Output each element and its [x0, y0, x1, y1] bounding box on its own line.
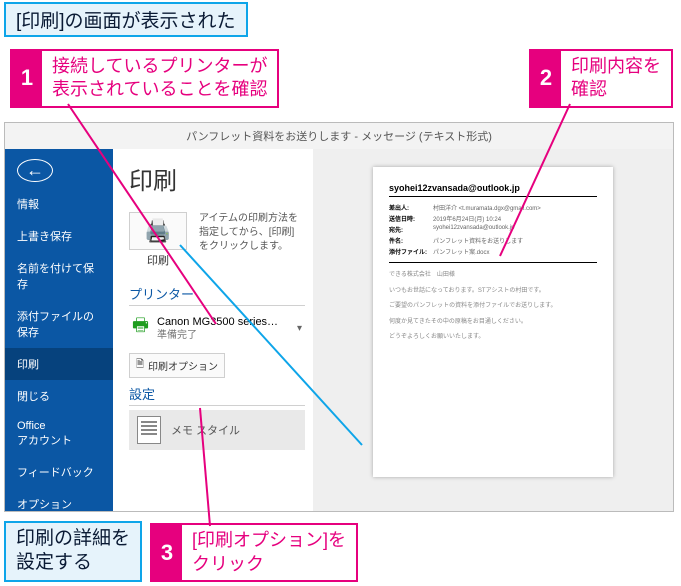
meta-value: 村田洋介 <t.muramata.dgx@gmail.com> [433, 203, 597, 212]
print-options-label: 印刷オプション [148, 358, 218, 373]
callout-1-number: 1 [12, 51, 42, 106]
print-button-label: 印刷 [147, 255, 169, 267]
callout-top: [印刷]の画面が表示された [4, 2, 248, 37]
printer-section-label: プリンター [129, 284, 305, 306]
sidebar-item[interactable]: 印刷 [5, 348, 113, 380]
callout-3-text: [印刷オプション]を クリック [182, 525, 356, 580]
callout-bottom: 印刷の詳細を 設定する [4, 521, 142, 582]
backstage-sidebar: ← 情報上書き保存名前を付けて保存添付ファイルの保存印刷閉じる Office ア… [5, 149, 113, 511]
sidebar-item[interactable]: 添付ファイルの保存 [5, 300, 113, 348]
meta-key: 添付ファイル: [389, 247, 433, 256]
callout-1-text: 接続しているプリンターが 表示されていることを確認 [42, 51, 277, 106]
print-controls: 印刷 🖨️ 印刷 アイテムの印刷方法を指定してから、[印刷] をクリックします。… [113, 149, 313, 511]
window-title: パンフレット資料をお送りします - メッセージ (テキスト形式) [5, 123, 673, 149]
preview-paragraph: 何度か見てきたその中の原稿をお目通しください。 [389, 318, 597, 328]
style-selector[interactable]: メモ スタイル [129, 410, 305, 450]
callout-3-number: 3 [152, 525, 182, 580]
meta-key: 宛先: [389, 225, 433, 234]
print-description: アイテムの印刷方法を指定してから、[印刷] をクリックします。 [199, 212, 305, 254]
callout-1: 1 接続しているプリンターが 表示されていることを確認 [10, 49, 279, 108]
settings-section-label: 設定 [129, 384, 305, 406]
meta-value: syohei12zvansada@outlook.jp [433, 225, 597, 234]
print-options-button[interactable]: 🗎 印刷オプション [129, 353, 225, 378]
preview-page: syohei12zvansada@outlook.jp 差出人:村田洋介 <t.… [373, 167, 613, 477]
preview-meta: 差出人:村田洋介 <t.muramata.dgx@gmail.com>送信日時:… [389, 203, 597, 256]
printer-ready-icon: 🖶 [132, 316, 149, 334]
sidebar-item[interactable]: Office アカウント [5, 412, 113, 456]
options-icon: 🗎 [136, 357, 144, 374]
printer-name: Canon MG3500 series… [157, 315, 278, 329]
callout-2: 2 印刷内容を 確認 [529, 49, 673, 108]
back-arrow-icon: ← [26, 160, 44, 181]
app-window: パンフレット資料をお送りします - メッセージ (テキスト形式) ← 情報上書き… [4, 122, 674, 512]
meta-value: 2019年6月24日(月) 10:24 [433, 214, 597, 223]
preview-account: syohei12zvansada@outlook.jp [389, 183, 597, 197]
back-button[interactable]: ← [17, 159, 53, 182]
meta-key: 送信日時: [389, 214, 433, 223]
preview-paragraph: ご要望のパンフレットの資料を添付ファイルでお送りします。 [389, 302, 597, 312]
callout-2-text: 印刷内容を 確認 [561, 51, 671, 106]
page-heading: 印刷 [129, 161, 305, 196]
print-preview-area: syohei12zvansada@outlook.jp 差出人:村田洋介 <t.… [313, 149, 673, 511]
printer-icon: 🖨️ [144, 218, 171, 244]
meta-key: 件名: [389, 236, 433, 245]
meta-key: 差出人: [389, 203, 433, 212]
sidebar-item[interactable]: オプション [5, 488, 113, 520]
printer-selector[interactable]: 🖶 Canon MG3500 series… 準備完了 ▾ [129, 310, 305, 347]
sidebar-item[interactable]: 上書き保存 [5, 220, 113, 252]
preview-paragraph: できる株式会社 山田様 [389, 271, 597, 281]
style-label: メモ スタイル [171, 422, 240, 438]
preview-paragraph: いつもお世話になっております。STアシストの村田です。 [389, 287, 597, 297]
memo-style-icon [137, 416, 161, 444]
print-button[interactable]: 🖨️ 印刷 [129, 212, 187, 268]
meta-value: パンフレット案.docx [433, 247, 597, 256]
preview-paragraph: どうぞよろしくお願いいたします。 [389, 333, 597, 343]
sidebar-item[interactable]: 閉じる [5, 380, 113, 412]
callout-3: 3 [印刷オプション]を クリック [150, 523, 358, 582]
sidebar-item[interactable]: 情報 [5, 188, 113, 220]
meta-value: パンフレット資料をお送りします [433, 236, 597, 245]
sidebar-item[interactable]: 名前を付けて保存 [5, 252, 113, 300]
chevron-down-icon: ▾ [297, 323, 302, 334]
sidebar-item[interactable]: フィードバック [5, 456, 113, 488]
callout-2-number: 2 [531, 51, 561, 106]
printer-status: 準備完了 [157, 329, 278, 342]
